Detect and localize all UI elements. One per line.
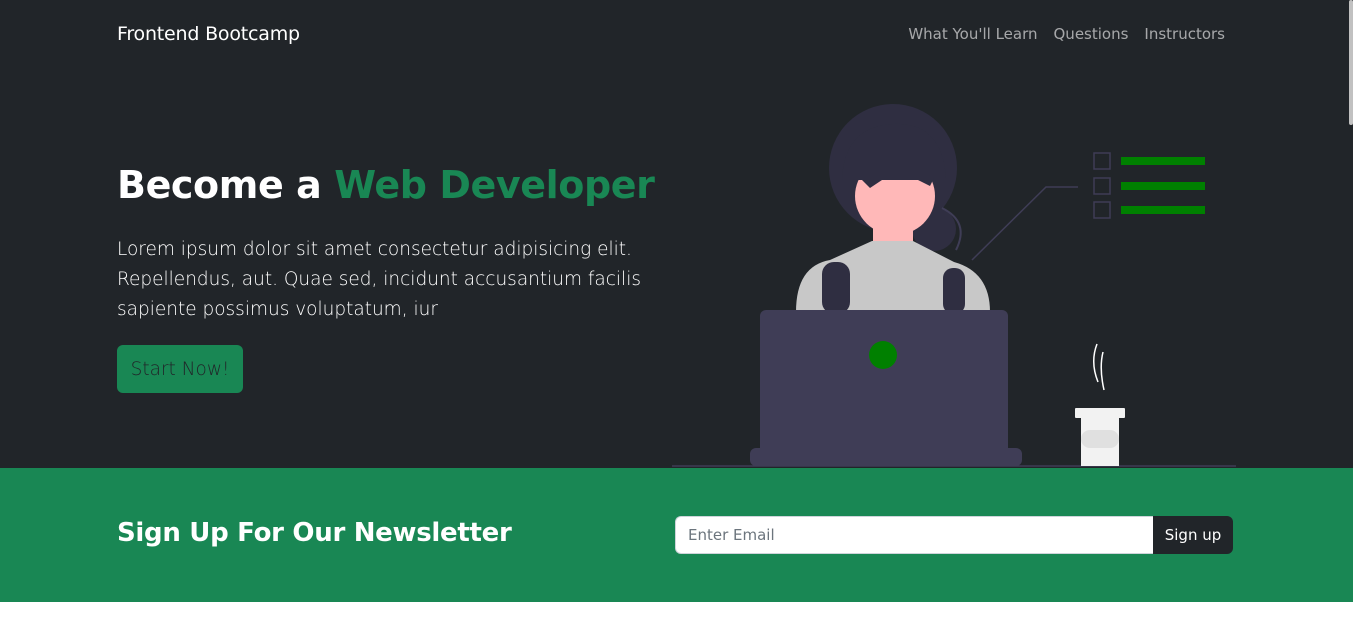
newsletter-section: Sign Up For Our Newsletter Sign up [0,468,1353,602]
checklist-bar-2 [1121,182,1205,190]
right-strap [943,268,965,314]
hero-lead: Lorem ipsum dolor sit amet consectetur a… [117,239,641,320]
steam-2 [1100,351,1105,391]
start-now-button[interactable]: Start Now! [117,345,243,393]
laptop-base [750,448,1022,466]
nav-link-questions[interactable]: Questions [1054,25,1129,43]
steam-1 [1093,343,1099,383]
laptop-logo [869,341,897,369]
checkbox-3 [1093,201,1111,219]
hero-section: Frontend Bootcamp What You'll Learn Ques… [0,0,1353,468]
nav-link-instructors[interactable]: Instructors [1144,25,1225,43]
checkbox-1 [1093,152,1111,170]
cup-sleeve [1081,430,1119,448]
sign-up-button[interactable]: Sign up [1153,516,1233,554]
left-strap [822,262,850,314]
navbar-brand[interactable]: Frontend Bootcamp [117,23,300,45]
email-input[interactable] [675,516,1153,554]
newsletter-title: Sign Up For Our Newsletter [117,518,512,548]
hero-title-accent: Web Developer [334,163,655,207]
checklist-bar-1 [1121,157,1205,165]
checkbox-2 [1093,177,1111,195]
newsletter-form: Sign up [675,516,1233,554]
checklist-bar-3 [1121,206,1205,214]
connector-line [971,186,1078,261]
hero-title-prefix: Become a [117,163,335,207]
navbar: Frontend Bootcamp What You'll Learn Ques… [0,0,1353,72]
page-scrollbar[interactable] [1349,0,1353,125]
hero-text: Become a Web Developer Lorem ipsum dolor… [117,160,677,325]
nav-link-what-youll-learn[interactable]: What You'll Learn [908,25,1037,43]
hero-title: Become a Web Developer [117,160,677,210]
nav-links: What You'll Learn Questions Instructors [908,25,1225,43]
cup-lid [1075,408,1125,418]
laptop [760,310,1008,456]
woman-at-laptop-illustration [672,104,1236,467]
